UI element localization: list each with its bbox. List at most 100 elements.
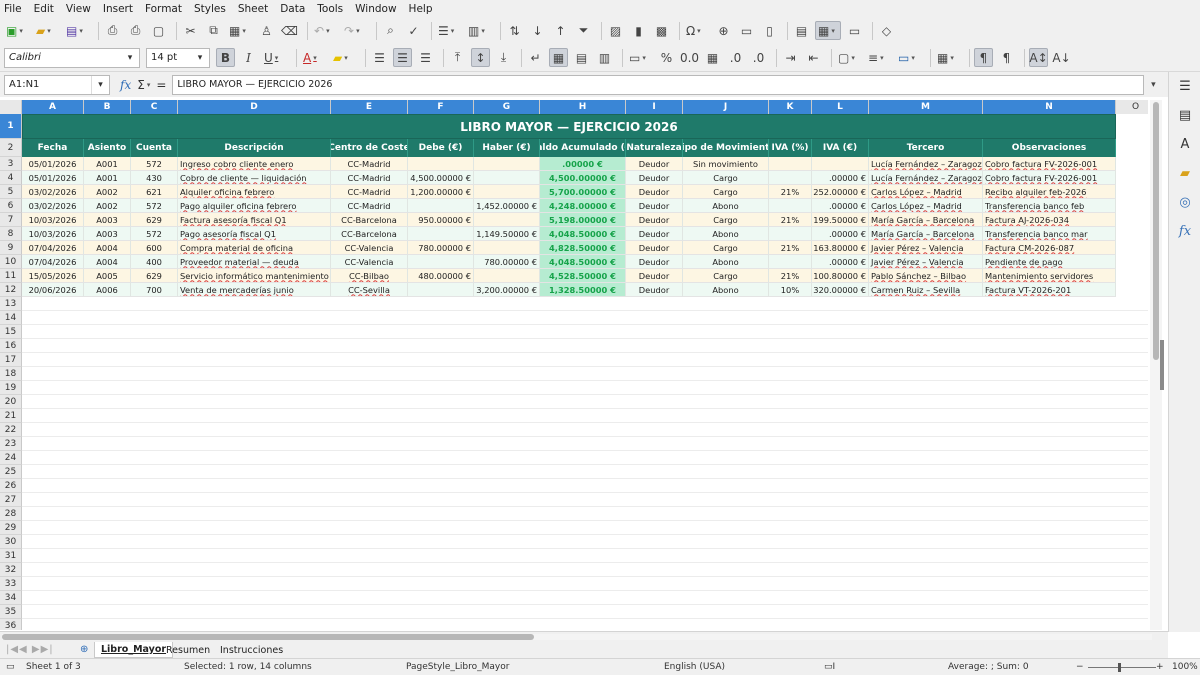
empty-row[interactable] [22,493,1148,507]
table-cell[interactable]: Deudor [626,255,683,269]
table-cell[interactable]: 780.00000 € [408,241,474,255]
row-header[interactable]: 1 [0,114,22,139]
empty-row[interactable] [22,311,1148,325]
expand-formula-bar-icon[interactable]: ▾ [1144,80,1162,90]
table-cell[interactable]: 20/06/2026 [22,283,84,297]
column-title[interactable]: Centro de Coste [331,139,408,157]
empty-row[interactable] [22,507,1148,521]
wrap-text-icon[interactable]: ↵ [526,48,545,67]
empty-row[interactable] [22,395,1148,409]
table-cell[interactable]: 3,200.00000 € [474,283,540,297]
table-cell[interactable]: Deudor [626,171,683,185]
document-modified-icon[interactable]: ▭ [6,662,15,672]
table-cell[interactable]: Factura CM-2026-087 [983,241,1116,255]
comment-icon[interactable]: ▭ [737,21,756,40]
spreadsheet-grid[interactable]: ABCDEFGHIJKLMNO 1 2 3 4 5 6 7 8 9 10 11 12 13 14 15 16 1… [0,100,1148,630]
table-cell[interactable]: Carlos López – Madrid [869,185,983,199]
table-cell[interactable]: Cobro factura FV-2026-001 [983,171,1116,185]
column-title[interactable]: Tercero [869,139,983,157]
column-title[interactable]: IVA (€) [812,139,869,157]
merge-cells-icon[interactable]: ▤ [572,48,591,67]
menu-sheet[interactable]: Sheet [238,3,268,15]
column-header-b[interactable]: B [84,100,131,114]
row-header[interactable]: 3 [0,157,22,171]
table-cell[interactable]: 05/01/2026 [22,171,84,185]
row-header[interactable]: 30 [0,535,22,549]
table-cell[interactable] [408,199,474,213]
table-cell[interactable] [812,157,869,171]
highlight-color-icon[interactable]: ▰ [331,48,357,67]
table-cell[interactable]: 4,528.50000 € [540,269,626,283]
table-cell[interactable]: Lucía Fernández – Zaragoza [869,171,983,185]
column-title[interactable]: Asiento [84,139,131,157]
insert-image-icon[interactable]: ▨ [606,21,625,40]
table-cell[interactable]: .00000 € [812,171,869,185]
table-cell[interactable]: 4,500.00000 € [540,171,626,185]
column-header-h[interactable]: H [540,100,626,114]
row-header[interactable]: 19 [0,381,22,395]
row-header[interactable]: 15 [0,325,22,339]
table-cell[interactable]: Cobro de cliente — liquidación [178,171,331,185]
unmerge-cells-icon[interactable]: ▥ [595,48,614,67]
table-cell[interactable]: Abono [683,255,769,269]
align-right-icon[interactable]: ☰ [416,48,435,67]
column-header-o[interactable]: O [1116,100,1148,114]
table-cell[interactable]: 199.50000 € [812,213,869,227]
table-cell[interactable]: 480.00000 € [408,269,474,283]
table-cell[interactable]: 4,048.50000 € [540,255,626,269]
table-cell[interactable]: Cargo [683,269,769,283]
table-cell[interactable]: 629 [131,213,178,227]
zoom-in-icon[interactable]: + [1156,662,1164,672]
table-cell[interactable] [408,227,474,241]
table-cell[interactable] [474,241,540,255]
column-header-j[interactable]: J [683,100,769,114]
table-cell[interactable]: Cargo [683,171,769,185]
table-cell[interactable]: Pago asesoría fiscal Q1 [178,227,331,241]
table-cell[interactable] [408,283,474,297]
column-header-k[interactable]: K [769,100,812,114]
row-header[interactable]: 23 [0,437,22,451]
define-print-area-icon[interactable]: ▤ [792,21,811,40]
column-title[interactable]: Saldo Acumulado (€) [540,139,626,157]
vertical-text-icon[interactable]: A↓ [1052,48,1071,67]
column-title[interactable]: Naturaleza [626,139,683,157]
copy-icon[interactable]: ⧉ [204,21,223,40]
clear-formatting-icon[interactable]: ⌫ [280,21,299,40]
split-window-icon[interactable]: ▭ [845,21,864,40]
sidebar-resize-handle[interactable] [1160,340,1164,390]
table-cell[interactable]: A005 [84,269,131,283]
table-cell[interactable]: Abono [683,227,769,241]
export-pdf-icon[interactable]: ⎙ [103,21,122,40]
table-cell[interactable] [474,185,540,199]
table-cell[interactable] [408,255,474,269]
table-cell[interactable]: 430 [131,171,178,185]
table-cell[interactable] [474,157,540,171]
border-style-icon[interactable]: ≡ [866,48,892,67]
table-cell[interactable]: 4,500.00000 € [408,171,474,185]
empty-row[interactable] [22,521,1148,535]
column-icon[interactable]: ▥ [466,21,492,40]
select-all-corner[interactable] [0,100,22,114]
conditional-format-icon[interactable]: ▦ [935,48,961,67]
table-cell[interactable]: .00000 € [540,157,626,171]
row-header[interactable]: 22 [0,423,22,437]
table-cell[interactable]: 03/02/2026 [22,185,84,199]
row-header[interactable]: 33 [0,577,22,591]
table-cell[interactable] [474,269,540,283]
menu-window[interactable]: Window [355,3,396,15]
menu-insert[interactable]: Insert [103,3,133,15]
table-cell[interactable]: Compra material de oficina [178,241,331,255]
column-header-f[interactable]: F [408,100,474,114]
table-cell[interactable]: Proveedor material — deuda [178,255,331,269]
table-cell[interactable]: Pendiente de pago [983,255,1116,269]
empty-row[interactable] [22,479,1148,493]
table-cell[interactable]: 1,452.00000 € [474,199,540,213]
empty-row[interactable] [22,381,1148,395]
increase-indent-icon[interactable]: ⇥ [781,48,800,67]
column-header-n[interactable]: N [983,100,1116,114]
row-header[interactable]: 36 [0,619,22,630]
empty-row[interactable] [22,549,1148,563]
table-cell[interactable]: A001 [84,157,131,171]
row-header[interactable]: 26 [0,479,22,493]
gallery-icon[interactable]: ▰ [1169,159,1200,188]
